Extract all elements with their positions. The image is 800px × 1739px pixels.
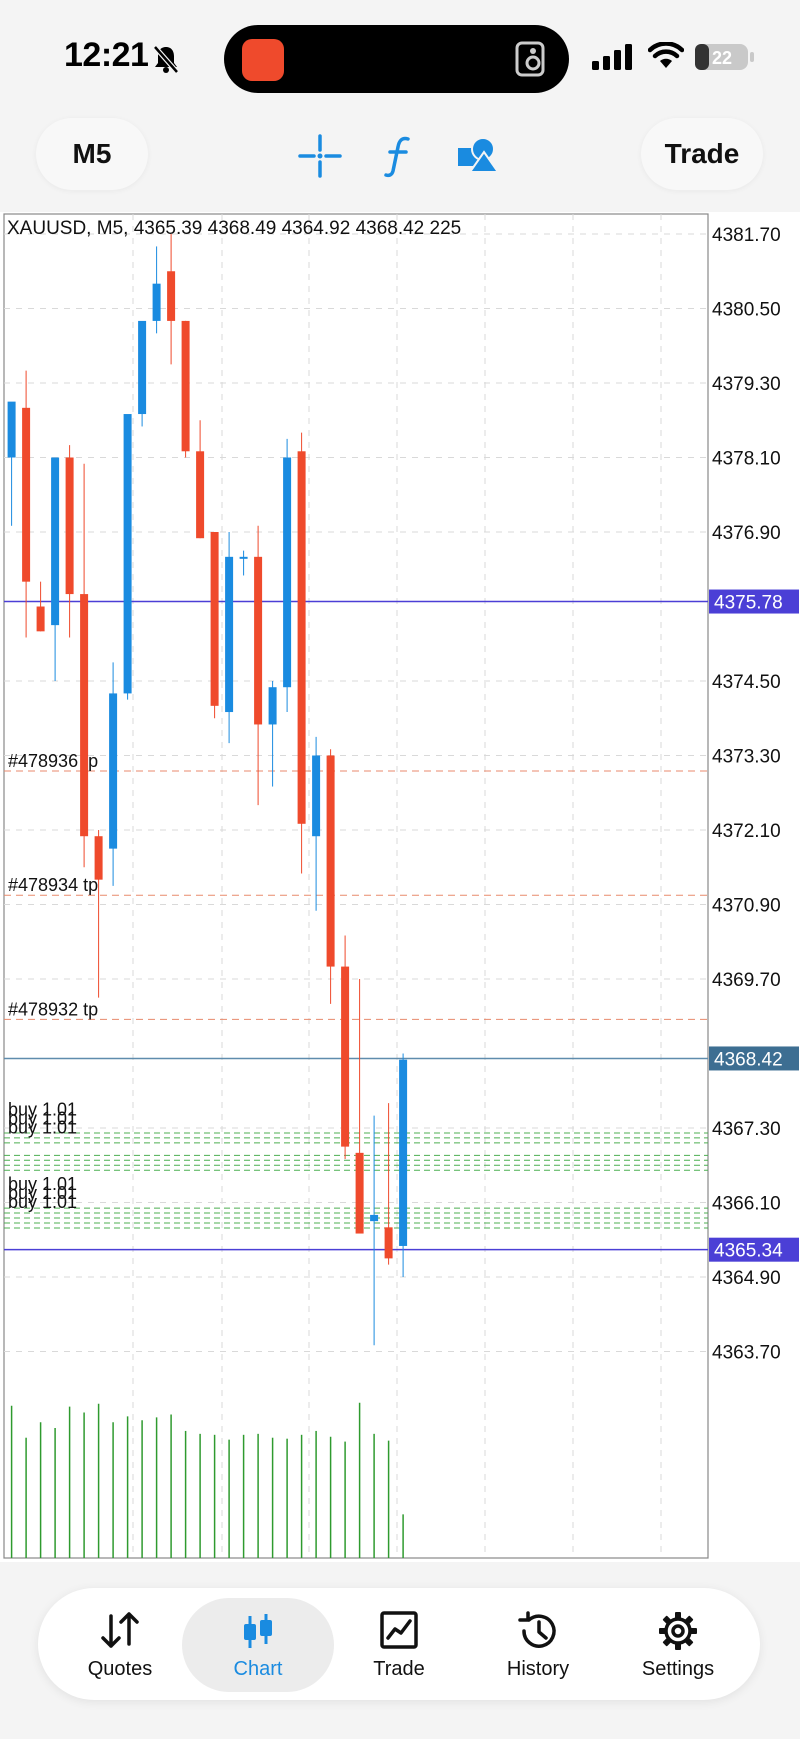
nav-history[interactable]: History — [468, 1588, 608, 1700]
candle-body-bearish — [65, 457, 74, 595]
candle-body-bullish — [399, 1059, 408, 1246]
candle-body-bearish — [94, 836, 103, 880]
candle-body-bullish — [370, 1214, 379, 1222]
candle-body-bearish — [167, 271, 176, 321]
chart-canvas[interactable]: 4381.70 4380.50 4379.30 4378.10 4376.90 4374.… — [0, 212, 800, 1562]
nav-quotes[interactable]: Quotes — [50, 1588, 190, 1700]
battery-icon: 22 — [695, 44, 754, 70]
nav-trade[interactable]: Trade — [329, 1588, 469, 1700]
tp-order-label: #478932 tp — [8, 999, 98, 1019]
quotes-icon — [101, 1612, 139, 1648]
candle-body-bearish — [210, 532, 219, 706]
y-tick-label: 4380.50 — [712, 300, 781, 321]
nav-chart[interactable]: Chart — [182, 1598, 334, 1692]
candle-body-bearish — [181, 320, 190, 452]
trade-button[interactable]: Trade — [641, 118, 763, 190]
buy-position-label: buy 1.01 — [8, 1192, 77, 1212]
candle-body-bearish — [355, 1152, 364, 1234]
candle-body-bullish — [7, 401, 16, 458]
candle-body-bullish — [51, 457, 60, 626]
chart-plot-area — [3, 213, 709, 1559]
battery-level: 22 — [712, 48, 732, 68]
y-tick-label: 4376.90 — [712, 523, 781, 544]
buy-position-label: buy 1.01 — [8, 1118, 77, 1138]
candle-body-bullish — [283, 457, 292, 688]
app-icon — [242, 39, 284, 81]
y-tick-label: 4366.10 — [712, 1194, 781, 1215]
nav-settings[interactable]: Settings — [608, 1588, 748, 1700]
candle-body-bearish — [196, 451, 205, 539]
y-tick-label: 4378.10 — [712, 449, 781, 470]
candle-body-bearish — [80, 594, 89, 837]
chart-candles-icon — [244, 1614, 272, 1648]
wifi-icon — [648, 42, 684, 68]
price-chart[interactable]: 4381.70 4380.50 4379.30 4378.10 4376.90 4374.… — [0, 212, 800, 1562]
y-tick-label: 4372.10 — [712, 821, 781, 842]
candle-body-bullish — [152, 283, 161, 321]
candle-body-bearish — [22, 407, 31, 582]
candle-body-bullish — [239, 556, 248, 559]
crosshair-icon[interactable] — [298, 134, 342, 178]
objects-icon[interactable] — [456, 134, 500, 178]
y-tick-label: 4367.30 — [712, 1119, 781, 1140]
candle-body-bullish — [268, 687, 277, 725]
indicators-icon[interactable] — [378, 134, 422, 178]
candle-body-bullish — [123, 414, 132, 694]
price-tag-label: 4365.34 — [714, 1241, 783, 1262]
price-tag-label: 4375.78 — [714, 593, 783, 614]
candle-body-bullish — [225, 556, 234, 713]
bottom-nav: Quotes Chart Trade History Settings — [38, 1588, 760, 1700]
history-icon — [518, 1611, 556, 1648]
y-tick-label: 4364.90 — [712, 1268, 781, 1289]
candle-body-bearish — [384, 1227, 393, 1259]
signal-icon — [592, 44, 632, 70]
clock: 12:21 — [64, 36, 149, 74]
bell-muted-icon — [153, 45, 179, 74]
status-bar: 12:21 22 — [0, 0, 800, 115]
nav-trade-label: Trade — [373, 1658, 425, 1680]
y-tick-label: 4363.70 — [712, 1343, 781, 1364]
candle-body-bullish — [312, 755, 321, 837]
y-tick-label: 4379.30 — [712, 374, 781, 395]
speaker-icon — [515, 41, 545, 77]
y-tick-label: 4381.70 — [712, 225, 781, 246]
timeframe-button[interactable]: M5 — [36, 118, 148, 190]
candle-body-bearish — [326, 755, 335, 967]
dynamic-island — [224, 25, 569, 93]
y-tick-label: 4370.90 — [712, 896, 781, 917]
chart-ohlc-header: XAUUSD, M5, 4365.39 4368.49 4364.92 4368… — [7, 218, 462, 239]
candle-body-bullish — [138, 320, 147, 415]
gear-icon — [659, 1612, 697, 1650]
tp-order-label: #478934 tp — [8, 875, 98, 895]
nav-chart-label: Chart — [233, 1658, 283, 1680]
y-tick-label: 4373.30 — [712, 747, 781, 768]
candle-body-bearish — [341, 966, 350, 1147]
candle-body-bearish — [36, 606, 45, 632]
y-tick-label: 4369.70 — [712, 970, 781, 991]
candle-body-bearish — [254, 556, 263, 725]
y-tick-label: 4374.50 — [712, 672, 781, 693]
nav-history-label: History — [506, 1658, 570, 1680]
price-tag-label: 4368.42 — [714, 1049, 783, 1070]
nav-settings-label: Settings — [641, 1658, 715, 1680]
nav-quotes-label: Quotes — [87, 1658, 153, 1680]
candle-body-bearish — [297, 451, 306, 824]
candle-body-bullish — [109, 693, 118, 849]
trade-chart-icon — [380, 1611, 418, 1649]
